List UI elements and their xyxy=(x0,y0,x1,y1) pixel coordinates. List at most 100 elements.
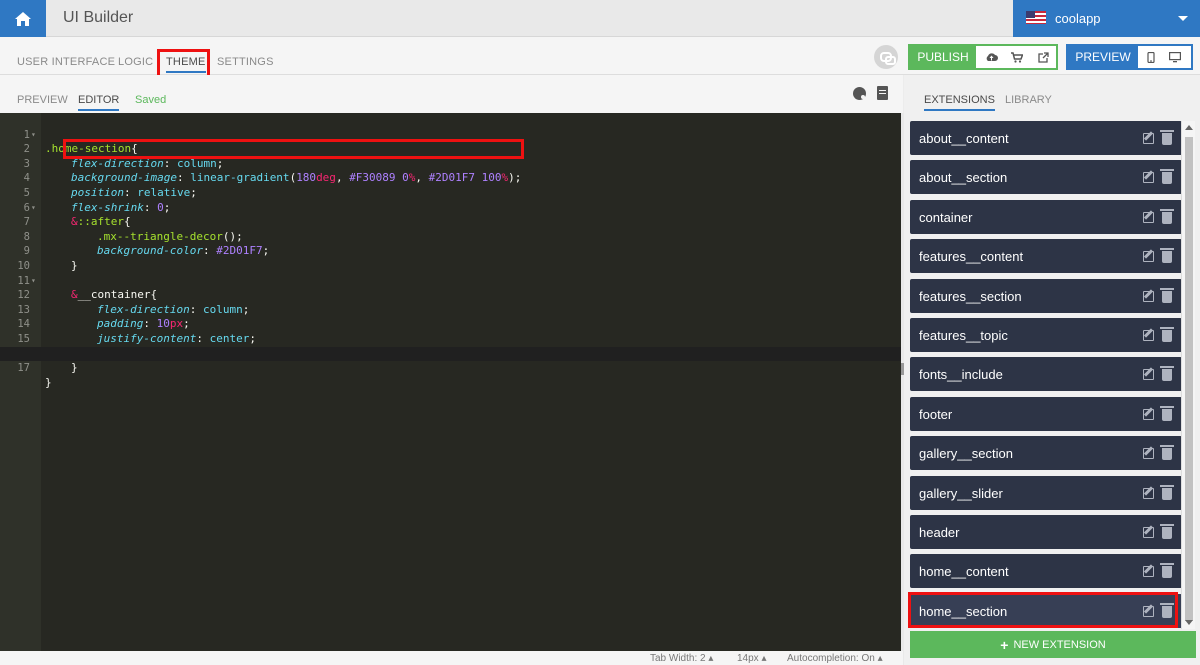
extension-name: gallery__section xyxy=(919,446,1013,462)
edit-icon[interactable] xyxy=(1143,448,1154,460)
extension-item[interactable]: about__content xyxy=(910,121,1181,155)
trash-icon[interactable] xyxy=(1160,287,1174,303)
top-bar: UI Builder coolapp xyxy=(0,0,1200,37)
palette-icon[interactable] xyxy=(853,87,866,100)
extension-item[interactable]: fonts__include xyxy=(910,357,1181,392)
edit-icon[interactable] xyxy=(1143,133,1154,144)
chevron-down-icon xyxy=(1178,16,1188,21)
cloud-upload-icon[interactable] xyxy=(984,50,998,64)
extensions-scrollbar[interactable] xyxy=(1181,121,1195,629)
scroll-down-icon[interactable] xyxy=(1185,620,1193,625)
code-line-highlight xyxy=(63,139,524,159)
extension-item[interactable]: container xyxy=(910,199,1181,234)
autocompletion-setting[interactable]: Autocompletion: On ▴ xyxy=(787,653,883,664)
extension-item[interactable]: footer xyxy=(910,396,1181,431)
code-line: 7 .mx--triangle-decor(); xyxy=(23,216,243,243)
extension-name: fonts__include xyxy=(919,367,1003,383)
mobile-icon[interactable] xyxy=(1144,50,1158,64)
edit-icon[interactable] xyxy=(1143,369,1154,381)
publish-group: PUBLISH xyxy=(908,44,1058,70)
selected-extension-highlight xyxy=(908,592,1178,628)
new-extension-label: NEW EXTENSION xyxy=(1013,638,1106,651)
code-line: 6 ▾ &::after{ xyxy=(23,201,131,229)
tab-extensions[interactable]: EXTENSIONS xyxy=(924,94,995,111)
edit-icon[interactable] xyxy=(1143,566,1154,578)
edit-icon[interactable] xyxy=(1143,527,1154,538)
editor-header: PREVIEW EDITOR Saved xyxy=(0,75,903,113)
preview-button[interactable]: PREVIEW xyxy=(1068,46,1138,68)
trash-icon[interactable] xyxy=(1160,563,1174,579)
tab-user-interface[interactable]: USER INTERFACE xyxy=(17,56,115,68)
trash-icon[interactable] xyxy=(1160,130,1174,145)
cart-icon[interactable] xyxy=(1010,50,1024,64)
trash-icon[interactable] xyxy=(1160,169,1174,185)
extension-item[interactable]: about__section xyxy=(910,160,1181,195)
extension-item[interactable]: features__section xyxy=(910,278,1181,313)
scroll-thumb[interactable] xyxy=(1185,137,1193,621)
extension-name: features__topic xyxy=(919,328,1008,343)
extension-name: about__content xyxy=(919,131,1009,146)
desktop-icon[interactable] xyxy=(1168,50,1182,64)
edit-icon[interactable] xyxy=(1143,172,1154,184)
new-extension-button[interactable]: + NEW EXTENSION xyxy=(910,631,1196,658)
edit-icon[interactable] xyxy=(1143,408,1154,420)
trash-icon[interactable] xyxy=(1160,327,1174,342)
us-flag-icon xyxy=(1026,11,1046,24)
home-button[interactable] xyxy=(0,0,46,37)
edit-icon[interactable] xyxy=(1143,487,1154,499)
app-selector[interactable]: coolapp xyxy=(1013,0,1200,37)
scroll-up-icon[interactable] xyxy=(1185,125,1193,130)
extension-name: home__content xyxy=(919,564,1009,580)
extension-name: header xyxy=(919,525,960,540)
extension-name: about__section xyxy=(919,170,1008,186)
home-icon xyxy=(15,11,31,26)
tab-library[interactable]: LIBRARY xyxy=(1005,94,1052,106)
extension-item[interactable]: gallery__slider xyxy=(910,475,1181,510)
edit-icon[interactable] xyxy=(1143,290,1154,302)
trash-icon[interactable] xyxy=(1160,524,1174,539)
tab-width-setting[interactable]: Tab Width: 2 ▴ xyxy=(650,653,713,664)
trash-icon[interactable] xyxy=(1160,208,1174,224)
code-editor[interactable]: 1 ▾ .home-section{ 2 flex-direction: colu… xyxy=(0,113,901,651)
preview-group: PREVIEW xyxy=(1066,44,1193,70)
extension-name: features__content xyxy=(919,249,1024,265)
code-line: 1 ▾ .home-section{ xyxy=(23,128,138,156)
saved-status: Saved xyxy=(135,94,167,106)
trash-icon[interactable] xyxy=(1160,445,1174,461)
code-line: 10 xyxy=(17,259,30,272)
edit-icon[interactable] xyxy=(1143,251,1154,263)
trash-icon[interactable] xyxy=(1160,248,1174,264)
extension-item[interactable]: home__content xyxy=(910,554,1181,589)
tab-settings[interactable]: SETTINGS xyxy=(217,56,274,68)
edit-icon[interactable] xyxy=(1143,211,1154,223)
extension-name: gallery__slider xyxy=(919,485,1003,501)
external-link-icon[interactable] xyxy=(1036,50,1050,64)
extension-item[interactable]: header xyxy=(910,515,1181,549)
extension-item[interactable]: features__topic xyxy=(910,318,1181,352)
tab-editor[interactable]: EDITOR xyxy=(78,94,120,111)
edit-icon[interactable] xyxy=(1143,330,1154,341)
font-size-setting[interactable]: 14px ▴ xyxy=(737,653,767,664)
code-line: 8 background-color: #2D01F7; xyxy=(23,230,270,258)
publish-button[interactable]: PUBLISH xyxy=(910,46,976,68)
chat-icon[interactable] xyxy=(874,45,898,69)
code-line: 11 ▾ &__container{ xyxy=(17,274,158,302)
book-icon[interactable] xyxy=(877,86,888,100)
trash-icon[interactable] xyxy=(1160,405,1174,421)
code-line: 9 } xyxy=(23,245,78,272)
trash-icon[interactable] xyxy=(1160,366,1174,382)
code-line: 5 flex-shrink: 0; xyxy=(23,186,171,214)
extension-item[interactable]: gallery__section xyxy=(910,436,1181,471)
editor-statusbar: Tab Width: 2 ▴ 14px ▴ Autocompletion: On… xyxy=(0,651,903,665)
code-line: 15 align-items: center; xyxy=(17,332,229,360)
code-line: 16 } xyxy=(17,348,78,375)
app-name: coolapp xyxy=(1055,11,1101,26)
trash-icon[interactable] xyxy=(1160,484,1174,500)
extension-name: container xyxy=(919,209,973,225)
extension-item[interactable]: features__content xyxy=(910,239,1181,274)
extension-name: footer xyxy=(919,406,953,422)
tab-logic[interactable]: LOGIC xyxy=(118,56,153,68)
plus-icon: + xyxy=(1000,636,1009,653)
tab-preview[interactable]: PREVIEW xyxy=(17,94,68,106)
app-title: UI Builder xyxy=(63,9,134,26)
